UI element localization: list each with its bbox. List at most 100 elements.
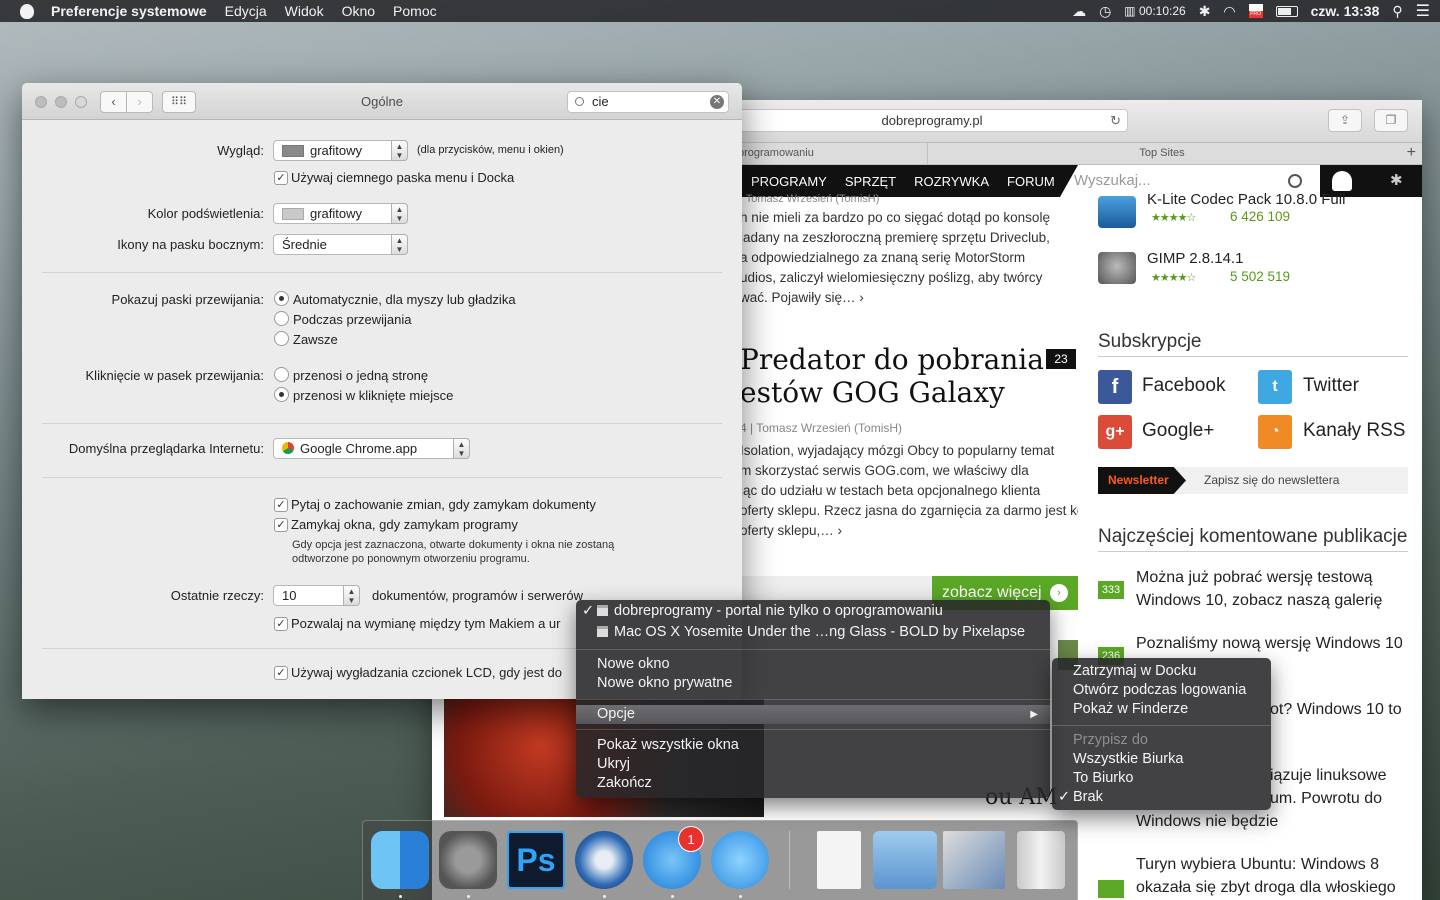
time-machine-icon[interactable]: ◷: [1099, 3, 1111, 20]
publication-fragment[interactable]: iązuje linuksowe: [1270, 764, 1387, 787]
menu-keep-in-dock[interactable]: Zatrzymaj w Docku: [1052, 662, 1271, 681]
menu-window-yosemite[interactable]: Mac OS X Yosemite Under the …ng Glass - …: [576, 623, 1050, 642]
reload-icon[interactable]: ↻: [1110, 110, 1121, 131]
menu-widok[interactable]: Widok: [276, 0, 333, 22]
jump-spot-radio[interactable]: [274, 387, 289, 402]
scroll-always-radio[interactable]: [274, 331, 289, 346]
notification-center-icon[interactable]: ☰: [1416, 1, 1430, 21]
preferences-search-input[interactable]: cie ✕: [567, 91, 729, 113]
lcd-smoothing-checkbox[interactable]: ✓: [274, 666, 288, 680]
nav-forum[interactable]: FORUM: [998, 174, 1064, 189]
apple-menu-icon[interactable]: [20, 3, 34, 19]
nav-rozrywka[interactable]: ROZRYWKA: [905, 174, 998, 189]
folder-icon[interactable]: [873, 831, 937, 889]
spotlight-icon[interactable]: ⚲: [1392, 3, 1402, 20]
menu-quit[interactable]: Zakończ: [576, 774, 1050, 793]
rss-icon[interactable]: ◔: [1258, 415, 1292, 449]
clear-search-icon[interactable]: ✕: [710, 95, 724, 109]
menu-app-name[interactable]: Preferencje systemowe: [42, 0, 216, 22]
facebook-link[interactable]: Facebook: [1142, 375, 1225, 397]
wifi-icon[interactable]: ◠: [1223, 3, 1235, 20]
sidebar-icons-popup[interactable]: Średnie ▲ ▼: [273, 234, 408, 255]
creative-cloud-icon[interactable]: ☁: [1072, 3, 1086, 20]
menu-options[interactable]: Opcje ▶: [576, 705, 1050, 724]
scroll-while-radio[interactable]: [274, 311, 289, 326]
scroll-always-label[interactable]: Zawsze: [293, 332, 338, 347]
default-browser-popup[interactable]: Google Chrome.app ▲ ▼: [273, 438, 470, 459]
user-icon[interactable]: [1332, 171, 1352, 191]
menu-all-desktops[interactable]: Wszystkie Biurka: [1052, 750, 1271, 769]
menu-open-at-login[interactable]: Otwórz podczas logowania: [1052, 681, 1271, 700]
twitter-link[interactable]: Twitter: [1303, 375, 1359, 397]
new-tab-icon[interactable]: +: [1407, 143, 1416, 163]
facebook-icon[interactable]: f: [1098, 370, 1132, 404]
google-plus-icon[interactable]: g+: [1098, 415, 1132, 449]
klite-app-icon[interactable]: [1098, 196, 1136, 228]
app-name-gimp[interactable]: GIMP 2.8.14.1: [1147, 250, 1243, 267]
battery-icon[interactable]: [1275, 5, 1298, 17]
google-plus-link[interactable]: Google+: [1142, 420, 1214, 442]
menu-edycja[interactable]: Edycja: [216, 0, 276, 22]
close-windows-checkbox[interactable]: ✓: [274, 518, 288, 532]
menu-hide[interactable]: Ukryj: [576, 755, 1050, 774]
menu-new-private-window[interactable]: Nowe okno prywatne: [576, 674, 1050, 693]
article1-line5[interactable]: wać. Pojawiły się… ›: [740, 288, 864, 308]
timer-widget[interactable]: ▥ 00:10:26: [1124, 4, 1185, 18]
menu-clock[interactable]: czw. 13:38: [1311, 3, 1380, 19]
appearance-popup[interactable]: grafitowy ▲ ▼: [273, 140, 408, 161]
publication-link[interactable]: Turyn wybiera Ubuntu: Windows 8 okazała s…: [1136, 853, 1422, 899]
address-bar[interactable]: dobreprogramy.pl ↻: [736, 109, 1128, 132]
publication-link[interactable]: Można już pobrać wersję testową Windows 1…: [1136, 566, 1382, 612]
menu-pomoc[interactable]: Pomoc: [384, 0, 446, 22]
safari-icon[interactable]: [575, 831, 633, 889]
lcd-smoothing-label[interactable]: Używaj wygładzania czcionek LCD, gdy jes…: [291, 665, 562, 680]
share-button[interactable]: ⇪: [1328, 109, 1362, 132]
gimp-app-icon[interactable]: [1098, 252, 1136, 284]
newsletter-bar[interactable]: Newsletter Zapisz się do newslettera: [1098, 467, 1408, 494]
app-name-klite[interactable]: K-Lite Codec Pack 10.8.0 Full: [1147, 191, 1345, 208]
menu-this-desktop[interactable]: To Biurko: [1052, 769, 1271, 788]
settings-icon[interactable]: ✱: [1390, 171, 1403, 189]
handoff-checkbox[interactable]: ✓: [274, 617, 288, 631]
menu-show-in-finder[interactable]: Pokaż w Finderze: [1052, 700, 1271, 719]
show-tabs-button[interactable]: ❐: [1374, 109, 1408, 132]
jump-page-radio[interactable]: [274, 367, 289, 382]
messages-icon[interactable]: [711, 831, 769, 889]
close-windows-label[interactable]: Zamykaj okna, gdy zamykam programy: [291, 517, 518, 532]
menu-none[interactable]: ✓ Brak: [1052, 788, 1271, 807]
scroll-auto-label[interactable]: Automatycznie, dla myszy lub gładzika: [293, 292, 516, 307]
article2-line5[interactable]: oferty sklepu,… ›: [740, 521, 842, 541]
publication-fragment[interactable]: Windows nie będzie: [1136, 810, 1278, 833]
tab-top-sites[interactable]: Top Sites: [928, 143, 1396, 165]
rss-link[interactable]: Kanały RSS: [1303, 420, 1405, 442]
twitter-icon[interactable]: t: [1258, 370, 1292, 404]
menu-new-window[interactable]: Nowe okno: [576, 655, 1050, 674]
dark-menu-checkbox[interactable]: ✓: [274, 171, 288, 185]
menu-show-all-windows[interactable]: Pokaż wszystkie okna: [576, 736, 1050, 755]
article-headline[interactable]: Predator do pobrania estów GOG Galaxy: [740, 343, 1044, 409]
input-source-flag-icon[interactable]: PRO: [1248, 4, 1263, 18]
jump-page-label[interactable]: przenosi o jedną stronę: [293, 368, 428, 383]
scroll-auto-radio[interactable]: [274, 291, 289, 306]
downloads-stack-icon[interactable]: [943, 831, 1005, 889]
nav-sprzet[interactable]: SPRZĘT: [836, 174, 905, 189]
ask-save-checkbox[interactable]: ✓: [274, 498, 288, 512]
publication-fragment[interactable]: ot? Windows 10 to: [1270, 698, 1402, 721]
nav-programy[interactable]: PROGRAMY: [742, 174, 836, 189]
ask-save-label[interactable]: Pytaj o zachowanie zmian, gdy zamykam do…: [291, 497, 596, 512]
system-preferences-icon[interactable]: [439, 831, 497, 889]
site-search-icon[interactable]: [1288, 174, 1302, 188]
menu-window-dobreprogramy[interactable]: ✓ dobreprogramy - portal nie tylko o opro…: [576, 602, 1050, 621]
photoshop-icon[interactable]: Ps: [507, 831, 565, 889]
dark-menu-label[interactable]: Używaj ciemnego paska menu i Docka: [291, 170, 514, 185]
document-icon[interactable]: [817, 831, 861, 889]
publication-link[interactable]: Poznaliśmy nową wersję Windows 10: [1136, 632, 1403, 655]
jump-spot-label[interactable]: przenosi w kliknięte miejsce: [293, 388, 453, 403]
publication-fragment[interactable]: um. Powrotu do: [1270, 787, 1382, 810]
highlight-color-popup[interactable]: grafitowy ▲ ▼: [273, 203, 408, 224]
scroll-while-label[interactable]: Podczas przewijania: [293, 312, 412, 327]
handoff-label[interactable]: Pozwalaj na wymianę między tym Makiem a …: [291, 616, 560, 631]
recent-items-popup[interactable]: 10 ▲ ▼: [273, 585, 360, 606]
menu-okno[interactable]: Okno: [333, 0, 384, 22]
trash-icon[interactable]: [1017, 831, 1065, 889]
